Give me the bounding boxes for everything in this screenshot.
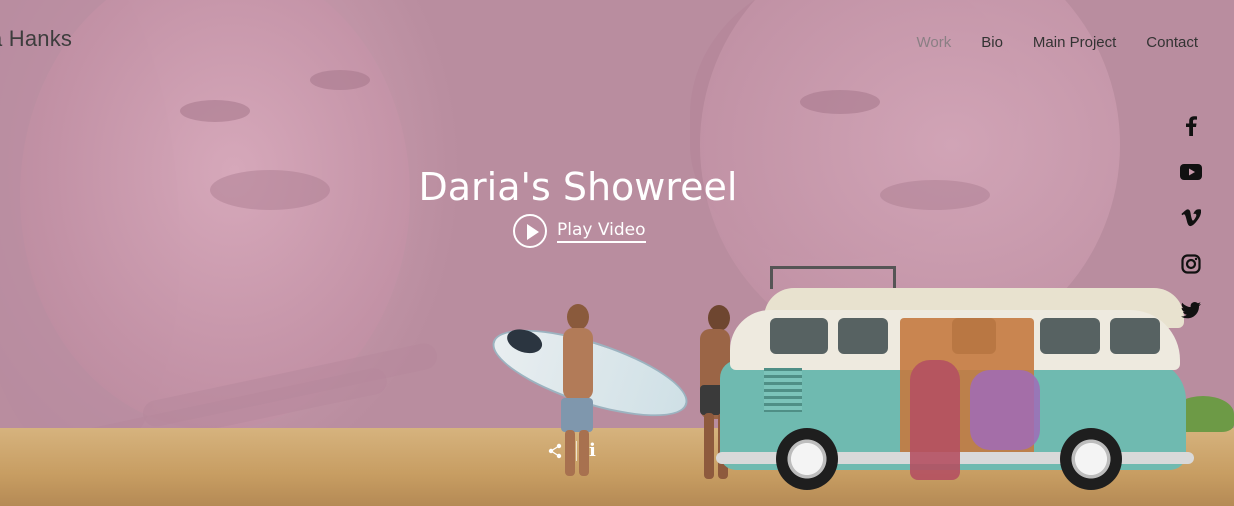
background-eye-right — [310, 70, 370, 90]
vimeo-icon[interactable] — [1179, 205, 1203, 231]
person-in-van — [910, 360, 960, 480]
hero-background — [0, 0, 1234, 506]
nav-item-contact[interactable]: Contact — [1146, 34, 1198, 51]
share-icon[interactable] — [548, 441, 564, 461]
person-in-van — [970, 370, 1040, 450]
twitter-icon[interactable] — [1179, 297, 1203, 323]
facebook-icon[interactable] — [1179, 113, 1203, 139]
video-controls: i — [548, 440, 596, 461]
nav-item-work[interactable]: Work — [917, 34, 952, 51]
divider — [576, 440, 577, 461]
social-bar — [1179, 113, 1203, 323]
info-icon[interactable]: i — [589, 440, 596, 461]
hero-title: Daria's Showreel — [418, 165, 738, 210]
background-eye-right-face — [800, 90, 880, 114]
site-logo[interactable]: a Hanks — [0, 26, 72, 52]
play-icon[interactable] — [513, 214, 547, 248]
play-video-link[interactable]: Play Video — [557, 220, 646, 243]
nav-item-main-project[interactable]: Main Project — [1033, 34, 1116, 51]
play-video-button[interactable]: Play Video — [513, 214, 646, 248]
youtube-icon[interactable] — [1179, 159, 1203, 185]
instagram-icon[interactable] — [1179, 251, 1203, 277]
background-eye-left — [180, 100, 250, 122]
main-nav: Work Bio Main Project Contact — [917, 34, 1199, 51]
nav-item-bio[interactable]: Bio — [981, 34, 1003, 51]
